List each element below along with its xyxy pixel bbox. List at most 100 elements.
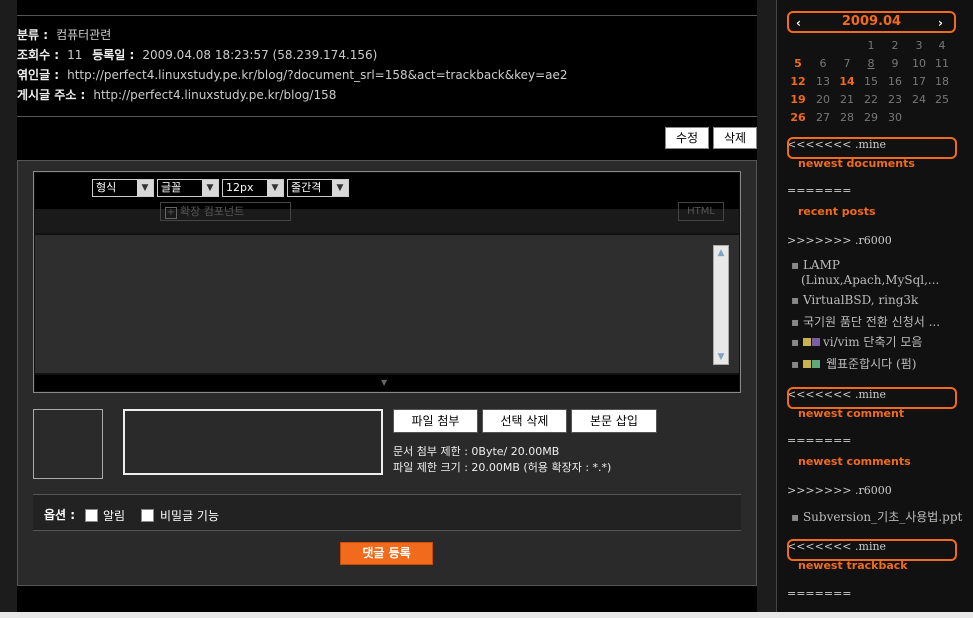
calendar-day[interactable]: 8 xyxy=(860,57,882,70)
comment-text-area[interactable] xyxy=(35,235,739,373)
editor-resize-handle[interactable]: ▼ xyxy=(35,375,739,391)
secret-label[interactable]: 비밀글 기능 xyxy=(160,507,219,524)
recent-post-item[interactable]: ▪ LAMP xyxy=(791,258,840,272)
post-title[interactable]: VirtualBSD, ring3k xyxy=(803,293,918,307)
font-size-select[interactable]: 12px ▼ xyxy=(222,179,284,197)
calendar-day[interactable]: 5 xyxy=(787,57,809,70)
submit-comment-button[interactable]: 댓글 등록 xyxy=(340,542,433,565)
attachment-limit-note: 문서 첨부 제한 : 0Byte/ 20.00MB xyxy=(393,445,560,458)
address-label: 게시글 주소 : xyxy=(17,88,86,102)
recent-post-item[interactable]: ▪ vi/vim 단축기 모음 xyxy=(791,333,922,350)
merge-marker-r6000: >>>>>>> .r6000 xyxy=(787,234,892,247)
font-select[interactable]: 글꼴 ▼ xyxy=(157,179,219,197)
chevron-down-icon: ▼ xyxy=(332,180,348,196)
format-select-value: 형식 xyxy=(96,181,117,194)
newest-documents-title: newest documents xyxy=(798,157,915,170)
attachment-preview xyxy=(33,409,103,479)
font-select-value: 글꼴 xyxy=(161,181,182,194)
calendar-day[interactable]: 28 xyxy=(836,111,858,124)
calendar-day[interactable]: 25 xyxy=(931,93,953,106)
format-select[interactable]: 형식 ▼ xyxy=(92,179,154,197)
calendar-day[interactable]: 13 xyxy=(812,75,834,88)
post-title[interactable]: LAMP xyxy=(803,258,840,272)
calendar-day[interactable]: 4 xyxy=(931,39,953,52)
calendar-day[interactable]: 16 xyxy=(884,75,906,88)
date-value: 2009.04.08 18:23:57 (58.239.174.156) xyxy=(142,48,378,62)
calendar-day[interactable]: 6 xyxy=(812,57,834,70)
delete-button[interactable]: 삭제 xyxy=(713,127,757,149)
divider xyxy=(17,116,757,117)
calendar-day[interactable]: 29 xyxy=(860,111,882,124)
calendar-day[interactable]: 7 xyxy=(836,57,858,70)
calendar-day[interactable]: 21 xyxy=(836,93,858,106)
resize-grip-icon: ▼ xyxy=(381,378,388,387)
calendar-day[interactable]: 26 xyxy=(787,111,809,124)
scroll-down-icon[interactable]: ▼ xyxy=(715,351,727,363)
trackback-row: 엮인글 : http://perfect4.linuxstudy.pe.kr/bl… xyxy=(17,66,568,83)
section-box xyxy=(787,539,957,561)
file-attachment-icon xyxy=(811,360,820,368)
calendar-day[interactable]: 12 xyxy=(787,75,809,88)
html-mode-button[interactable]: HTML xyxy=(678,202,724,221)
views-value: 11 xyxy=(67,48,83,62)
prev-month-icon[interactable]: ‹ xyxy=(796,14,801,32)
secret-checkbox[interactable] xyxy=(141,509,154,522)
calendar-day[interactable]: 19 xyxy=(787,93,809,106)
newest-comment-item[interactable]: ▪ Subversion_기초_사용법.ppt xyxy=(791,508,962,525)
merge-separator: ======= xyxy=(787,434,852,447)
calendar-day[interactable]: 2 xyxy=(884,39,906,52)
options-bar xyxy=(33,494,741,531)
recent-post-item-cont[interactable]: (Linux,Apach,MySql,... xyxy=(801,273,939,287)
insert-into-body-button[interactable]: 본문 삽입 xyxy=(571,409,657,433)
merge-marker-r6000: >>>>>>> .r6000 xyxy=(787,484,892,497)
comment-title[interactable]: Subversion_기초_사용법.ppt xyxy=(803,510,962,524)
calendar-day[interactable]: 14 xyxy=(836,75,858,88)
post-title[interactable]: 웹표준합시다 (펌) xyxy=(826,357,916,371)
post-title[interactable]: 국기원 품단 전환 신청서 ... xyxy=(803,315,940,329)
newest-comments-title: newest comments xyxy=(798,455,911,468)
delete-selected-button[interactable]: 선택 삭제 xyxy=(482,409,567,433)
line-height-value: 줄간격 xyxy=(291,181,322,194)
category-value[interactable]: 컴퓨터관련 xyxy=(56,28,111,42)
calendar-day[interactable]: 15 xyxy=(860,75,882,88)
file-size-note: 파일 제한 크기 : 20.00MB (허용 확장자 : *.*) xyxy=(393,461,612,474)
section-box xyxy=(787,387,957,409)
calendar-day[interactable]: 10 xyxy=(908,57,930,70)
calendar-day[interactable]: 9 xyxy=(884,57,906,70)
calendar-day[interactable]: 3 xyxy=(908,39,930,52)
calendar-day[interactable]: 11 xyxy=(931,57,953,70)
calendar-day[interactable]: 17 xyxy=(908,75,930,88)
calendar-month: 2009.04 xyxy=(841,14,902,29)
extension-component-button[interactable]: + 확장 컴포넌트 xyxy=(160,202,291,221)
scroll-up-icon[interactable]: ▲ xyxy=(715,247,727,259)
calendar-day[interactable]: 27 xyxy=(812,111,834,124)
calendar-day[interactable]: 24 xyxy=(908,93,930,106)
editor-scrollbar[interactable]: ▲ ▼ xyxy=(713,245,729,365)
post-title[interactable]: vi/vim 단축기 모음 xyxy=(823,335,923,349)
calendar-day[interactable]: 18 xyxy=(931,75,953,88)
plus-icon: + xyxy=(165,207,177,219)
window-bottom-edge xyxy=(0,612,973,618)
font-size-value: 12px xyxy=(226,181,254,194)
calendar-day[interactable]: 30 xyxy=(884,111,906,124)
section-box xyxy=(787,137,957,159)
trackback-url[interactable]: http://perfect4.linuxstudy.pe.kr/blog/?d… xyxy=(67,68,567,82)
recent-post-item[interactable]: ▪ 국기원 품단 전환 신청서 ... xyxy=(791,313,940,330)
calendar-day[interactable]: 1 xyxy=(860,39,882,52)
attach-file-button[interactable]: 파일 첨부 xyxy=(393,409,478,433)
notify-label[interactable]: 알림 xyxy=(103,507,125,524)
calendar-day[interactable]: 22 xyxy=(860,93,882,106)
calendar-day[interactable]: 23 xyxy=(884,93,906,106)
notify-checkbox[interactable] xyxy=(85,509,98,522)
image-attachment-icon xyxy=(802,338,811,346)
next-month-icon[interactable]: › xyxy=(938,14,943,32)
post-address-link[interactable]: http://perfect4.linuxstudy.pe.kr/blog/15… xyxy=(93,88,336,102)
recent-post-item[interactable]: ▪ 웹표준합시다 (펌) xyxy=(791,355,916,372)
attachment-file-list[interactable] xyxy=(123,409,383,475)
calendar-day[interactable]: 20 xyxy=(812,93,834,106)
date-label: 등록일 : xyxy=(92,48,135,62)
recent-post-item[interactable]: ▪ VirtualBSD, ring3k xyxy=(791,293,918,307)
line-height-select[interactable]: 줄간격 ▼ xyxy=(287,179,349,197)
edit-button[interactable]: 수정 xyxy=(665,127,709,149)
category-row: 분류 : 컴퓨터관련 xyxy=(17,26,111,43)
